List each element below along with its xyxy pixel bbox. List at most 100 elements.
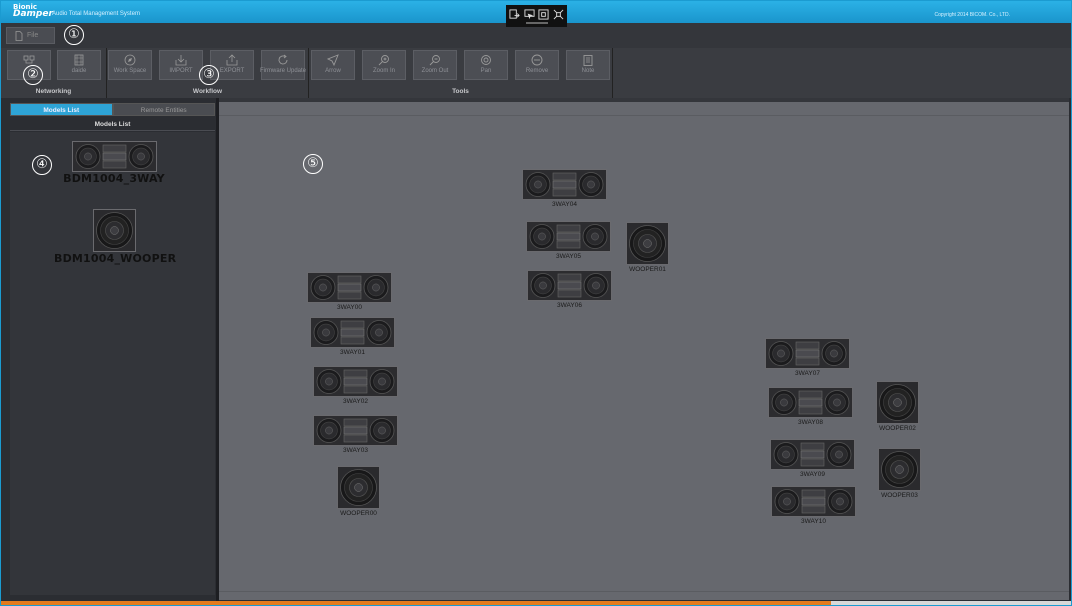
callout-3: ③ [199,65,219,85]
film-icon [74,54,84,66]
node-label: 3WAY09 [800,471,825,478]
speaker-node[interactable]: 3WAY08 [768,387,853,426]
speaker-3way-icon [313,415,398,446]
speaker-node[interactable]: 3WAY03 [313,415,398,454]
export-doc-icon[interactable] [509,8,521,20]
model-name: BDM1004_3WAY [63,172,165,185]
node-label: 3WAY08 [798,419,823,426]
node-label: 3WAY10 [801,518,826,525]
zoom-in-button[interactable]: Zoom In [362,50,406,80]
tab-models-list[interactable]: Models List [10,103,113,116]
canvas-ruler [219,115,1069,116]
note-icon [583,55,593,66]
canvas-bottom-line [219,591,1069,592]
models-list: BDM1004_3WAY BDM1004_WOOPER [10,132,215,595]
group-label-workflow: Workflow [192,88,223,95]
ribbon-button-label: Zoom In [372,68,395,74]
arrow-tool-button[interactable]: Arrow [311,50,355,80]
speaker-wooper-icon [337,466,380,509]
copyright-text: Copyright 2014 BICOM. Co., LTD. [934,12,1011,18]
ribbon-button-label: Pan [480,68,492,74]
callout-4: ④ [32,155,52,175]
speaker-node[interactable]: 3WAY06 [527,270,612,309]
speaker-3way-icon [307,272,392,303]
model-item-wooper[interactable]: BDM1004_WOOPER [54,209,177,265]
pan-button[interactable]: Pan [464,50,508,80]
workspace-canvas[interactable]: 3WAY04 3WAY05 WOOPER01 3WAY06 3WAY00 3WA… [219,102,1069,600]
crosshair-icon[interactable] [553,8,565,20]
arrow-icon [327,54,339,66]
status-strip [1,601,1071,605]
pan-icon [481,55,491,65]
export-icon [226,54,238,66]
node-label: 3WAY00 [337,304,362,311]
zoom-out-button[interactable]: Zoom Out [413,50,457,80]
node-label: 3WAY04 [552,201,577,208]
app-window: Bionic Damper Audio Total Management Sys… [0,0,1072,606]
ribbon-group-networking: daide Networking [1,48,107,98]
ribbon-button-label: Note [581,68,595,74]
logo-line2: Damper [13,9,53,19]
callout-2: ② [23,65,43,85]
ribbon-button-label: Work Space [113,68,147,74]
speaker-node[interactable]: 3WAY05 [526,221,611,260]
speaker-node[interactable]: 3WAY10 [771,486,856,525]
workspace-button[interactable]: Work Space [108,50,152,80]
app-subtitle: Audio Total Management System [52,11,140,17]
speaker-node[interactable]: WOOPER03 [878,448,921,499]
compass-icon [124,54,136,66]
speaker-node[interactable]: 3WAY02 [313,366,398,405]
node-label: 3WAY02 [343,398,368,405]
speaker-node[interactable]: 3WAY09 [770,439,855,478]
models-panel: Models List Remote Entities Models List … [1,98,217,603]
callout-1: ① [64,25,84,45]
speaker-3way-icon [768,387,853,418]
node-label: WOOPER00 [340,510,377,517]
speaker-3way-icon [765,338,850,369]
import-button[interactable]: IMPORT [159,50,203,80]
speaker-3way-icon [770,439,855,470]
daide-button[interactable]: daide [57,50,101,80]
speaker-node[interactable]: 3WAY04 [522,169,607,208]
file-icon [15,30,23,41]
speaker-node[interactable]: 3WAY00 [307,272,392,311]
model-item-3way[interactable]: BDM1004_3WAY [54,141,174,185]
speaker-3way-icon [313,366,398,397]
ribbon-button-label: EXPORT [219,68,245,74]
square-target-icon[interactable] [538,8,550,20]
ribbon-button-label: Remove [525,68,549,74]
ribbon-group-tools: Arrow Zoom In Zoom Out Pan Remove Note T… [309,48,613,98]
status-strip-right [831,601,1071,605]
group-label-networking: Networking [35,88,72,95]
refresh-icon [278,54,288,65]
ribbon-button-label: IMPORT [169,68,193,74]
zoom-out-icon [429,55,440,66]
speaker-node[interactable]: WOOPER01 [626,222,669,273]
speaker-node[interactable]: 3WAY07 [765,338,850,377]
remove-button[interactable]: Remove [515,50,559,80]
node-label: 3WAY07 [795,370,820,377]
monitor-arrow-icon[interactable] [524,8,536,20]
tab-remote-entities[interactable]: Remote Entities [112,103,215,116]
speaker-node[interactable]: WOOPER02 [876,381,919,432]
file-menu-tab[interactable]: File [6,27,55,44]
model-name: BDM1004_WOOPER [54,252,177,265]
import-icon [175,55,187,66]
firmware-update-button[interactable]: Firmware Update [260,50,307,80]
title-toolbar [506,5,567,27]
speaker-node[interactable]: WOOPER00 [337,466,380,517]
speaker-wooper-icon [876,381,919,424]
node-label: 3WAY01 [340,349,365,356]
speaker-3way-icon [310,317,395,348]
callout-5: ⑤ [303,154,323,174]
ribbon-button-label: Arrow [325,68,341,74]
node-label: WOOPER02 [879,425,916,432]
speaker-3way-icon [71,141,157,172]
file-menu-label: File [27,32,39,39]
ribbon-button-label: Firmware Update [260,68,307,74]
ribbon-button-label: Zoom Out [421,68,449,74]
speaker-node[interactable]: 3WAY01 [310,317,395,356]
note-button[interactable]: Note [566,50,610,80]
panel-tabs: Models List Remote Entities [10,103,215,116]
speaker-3way-icon [771,486,856,517]
